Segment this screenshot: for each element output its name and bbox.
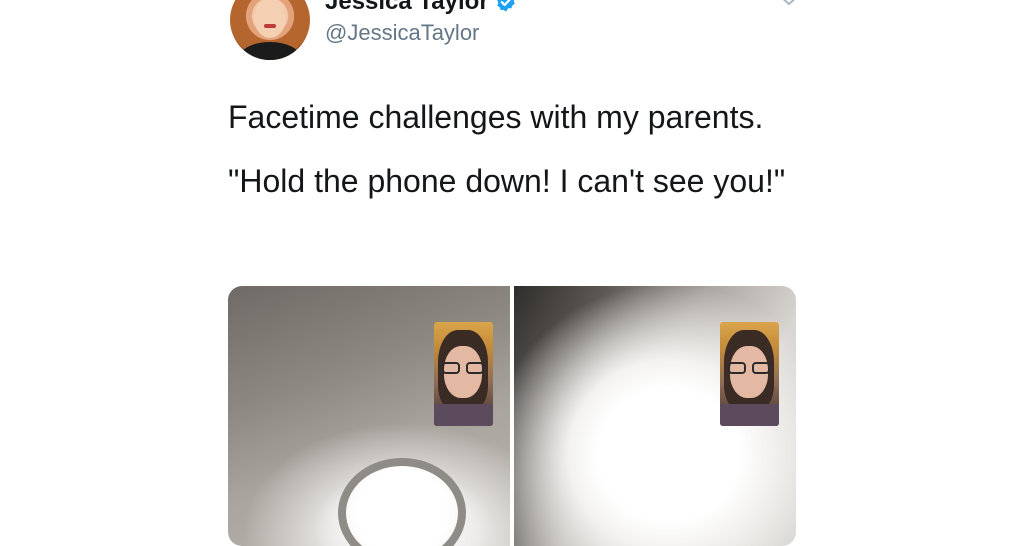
verified-badge-icon <box>496 0 515 12</box>
facetime-self-view <box>434 322 493 426</box>
tweet-media-grid <box>228 286 796 546</box>
author-display-name[interactable]: Jessica Taylor <box>325 0 489 16</box>
author-avatar[interactable] <box>230 0 310 60</box>
pip-glasses <box>728 362 770 374</box>
pip-body <box>434 404 493 426</box>
ceiling-light <box>338 458 466 546</box>
tweet-text-line-1: Facetime challenges with my parents. <box>228 99 764 135</box>
author-name-row[interactable]: Jessica Taylor <box>325 0 517 16</box>
facetime-self-view <box>720 322 779 426</box>
pip-body <box>720 404 779 426</box>
tweet-card: Jessica Taylor @JessicaTaylor Facetime c… <box>0 0 1024 546</box>
tweet-text-line-2: "Hold the phone down! I can't see you!" <box>228 163 786 199</box>
avatar-lips <box>264 24 276 28</box>
facetime-screenshot-2[interactable] <box>514 286 796 546</box>
author-handle[interactable]: @JessicaTaylor <box>325 20 479 46</box>
facetime-screenshot-1[interactable] <box>228 286 510 546</box>
chevron-down-icon[interactable] <box>778 0 800 8</box>
avatar-face <box>254 0 286 38</box>
avatar-shirt <box>240 42 300 60</box>
tweet-text: Facetime challenges with my parents. "Ho… <box>228 96 808 224</box>
pip-glasses <box>442 362 484 374</box>
